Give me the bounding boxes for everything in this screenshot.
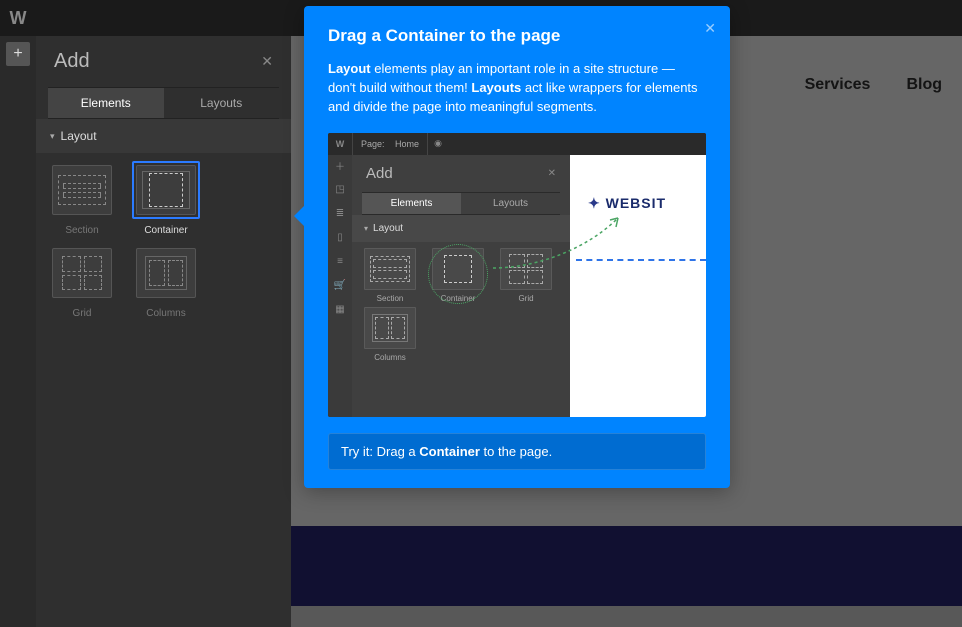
panel-close-button[interactable]: ✕	[261, 53, 273, 70]
mini-section-layout: Layout	[352, 215, 570, 242]
element-section[interactable]: Section	[44, 161, 120, 236]
mini-add-panel: Add ✕ Elements Layouts Layout Section Co…	[352, 155, 570, 417]
mini-canvas: WEBSIT	[570, 155, 706, 417]
mini-element-columns: Columns	[358, 307, 422, 362]
element-label: Grid	[73, 308, 92, 319]
section-header-layout[interactable]: Layout	[36, 119, 291, 153]
popover-illustration: W Page: Home ◉ ＋ ◳ ≣ ▯ ≡ 🛒 ▦ Add ✕ Eleme…	[328, 133, 706, 417]
columns-thumb	[136, 248, 196, 298]
cms-icon: ≡	[333, 255, 347, 269]
popover-description: Layout elements play an important role i…	[328, 60, 706, 117]
page-icon: ▯	[333, 231, 347, 245]
plus-icon: ＋	[333, 159, 347, 173]
tutorial-popover: ✕ Drag a Container to the page Layout el…	[304, 6, 730, 488]
element-label: Section	[65, 225, 98, 236]
panel-title: Add	[54, 50, 90, 73]
mini-panel-title: Add	[366, 165, 393, 182]
element-label: Container	[144, 225, 187, 236]
grid-thumb	[52, 248, 112, 298]
webflow-logo[interactable]: W	[0, 0, 36, 36]
popover-arrow	[294, 206, 304, 226]
navigator-icon: ≣	[333, 207, 347, 221]
popover-close-button[interactable]: ✕	[704, 20, 716, 37]
element-columns[interactable]: Columns	[128, 244, 204, 319]
mini-tab-layouts: Layouts	[461, 193, 560, 214]
container-thumb	[136, 165, 196, 215]
popover-title: Drag a Container to the page	[328, 26, 706, 46]
left-rail: +	[0, 36, 36, 627]
box-icon: ◳	[333, 183, 347, 197]
mini-site-brand: WEBSIT	[588, 195, 666, 212]
drop-indicator	[576, 259, 706, 261]
mini-element-section: Section	[358, 248, 422, 303]
mini-element-container: Container	[426, 248, 490, 303]
tab-elements[interactable]: Elements	[48, 88, 164, 118]
assets-icon: ▦	[333, 303, 347, 317]
ecommerce-icon: 🛒	[333, 279, 347, 293]
mini-element-grid: Grid	[494, 248, 558, 303]
mini-tab-elements: Elements	[362, 193, 461, 214]
try-it-hint: Try it: Drag a Container to the page.	[328, 433, 706, 470]
mini-logo: W	[328, 139, 352, 149]
preview-icon: ◉	[428, 138, 442, 149]
tab-layouts[interactable]: Layouts	[164, 88, 280, 118]
add-elements-button[interactable]: +	[6, 42, 30, 66]
mini-topbar: W Page: Home ◉	[328, 133, 706, 155]
element-container[interactable]: Container	[128, 161, 204, 236]
mini-panel-close: ✕	[548, 168, 556, 179]
element-label: Columns	[146, 308, 185, 319]
mini-page-indicator: Page: Home	[352, 133, 428, 155]
section-thumb	[52, 165, 112, 215]
mini-leftrail: ＋ ◳ ≣ ▯ ≡ 🛒 ▦	[328, 155, 352, 417]
element-grid[interactable]: Grid	[44, 244, 120, 319]
add-panel: Add ✕ Elements Layouts Layout Section Co…	[36, 36, 291, 627]
